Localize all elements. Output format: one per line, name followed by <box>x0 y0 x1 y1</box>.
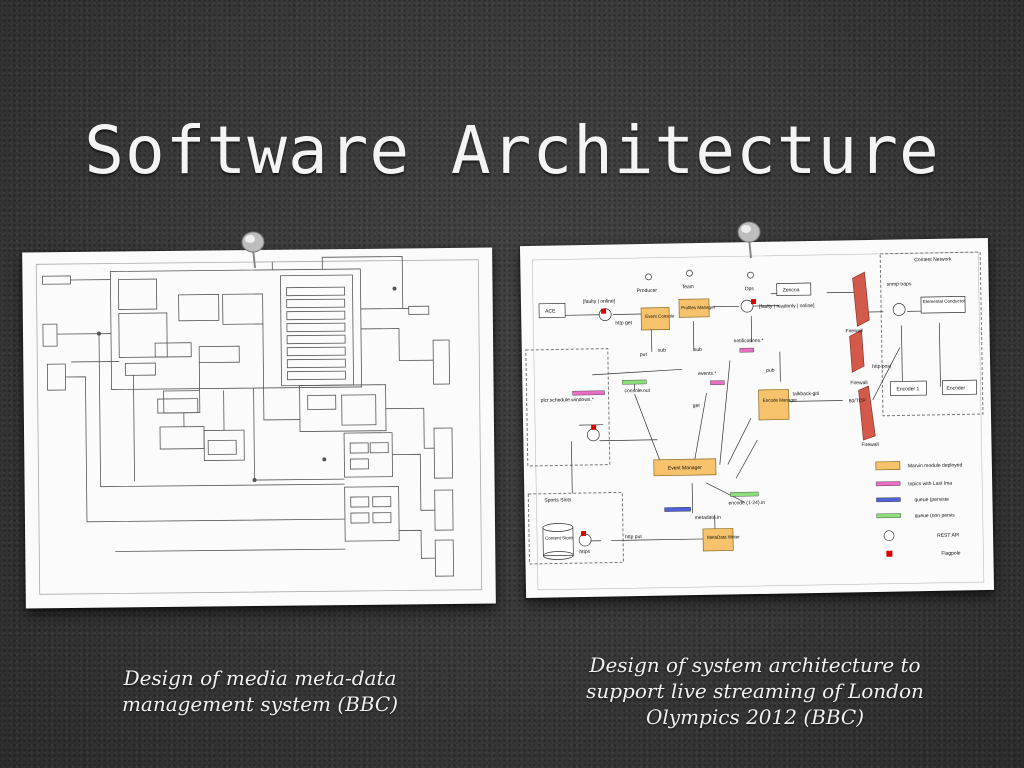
console-out-label: console.out <box>624 388 650 394</box>
profiles-manager-label: Profiles Manager <box>681 305 716 311</box>
metadata-writer-label: MetaData Writer <box>707 534 740 540</box>
put-label-1: put <box>640 352 648 358</box>
plcr-schedule-label: plcr.schedule.windows.* <box>541 397 594 404</box>
snmp-traps-label: snmp traps <box>887 281 912 287</box>
tcp-label: 80/TCP <box>849 398 867 404</box>
legend-marvin: Marvin module deployed <box>908 462 963 469</box>
caption-media-metadata: Design of media meta-data management sys… <box>121 666 399 716</box>
legend-rest: REST API <box>937 532 960 538</box>
http-put-label: http put <box>625 534 642 540</box>
pub-label-1: pub <box>766 368 775 374</box>
encode-manager-label: Encode Manager <box>763 397 798 403</box>
slide-title: Software Architecture <box>84 112 940 189</box>
media-metadata-diagram <box>35 256 483 595</box>
notifications-label: notifications.* <box>734 338 764 345</box>
zencoa-label: Zencoa <box>783 287 800 293</box>
elemental-conductor-label: Elemental Conductor <box>923 298 966 304</box>
content-store-label: Content Store <box>545 535 573 540</box>
media-metadata-diagram-photo <box>22 247 496 609</box>
caption-olympics-streaming: Design of system architecture to support… <box>586 653 924 729</box>
event-manager-label: Event Manager <box>668 465 702 472</box>
firewall-label-3: Firewall <box>861 442 878 448</box>
encoder-label: Encoder <box>946 385 965 391</box>
ace-label: ACE <box>545 308 556 314</box>
legend-flag: Flagpole <box>941 550 961 556</box>
events-label: events.* <box>698 371 716 377</box>
actor-team: Team <box>682 284 694 290</box>
faulty-readonly-label: [faulty | readonly | online] <box>759 303 815 310</box>
content-network-label: Content Network <box>914 257 952 264</box>
talkback-label: talkback-giti <box>793 391 820 397</box>
https-label: https <box>579 549 590 555</box>
encoder-1-label: Encoder 1 <box>896 386 919 392</box>
encode-in-label: encode.(1-24).in <box>728 500 765 507</box>
pushpin-icon <box>241 231 265 269</box>
sports-slots-label: Sports Slots <box>544 497 572 503</box>
http-get-label: http get <box>615 320 632 326</box>
legend-topics: topics with Last Ima <box>908 481 952 488</box>
get-label-1: get <box>693 403 701 409</box>
metadata-in-label: metadata.in <box>695 515 721 521</box>
actor-ops: Ops <box>745 286 755 292</box>
faulty-online-label: [faulty | online] <box>583 298 616 305</box>
actor-producer: Producer <box>637 288 658 294</box>
sub-label-1: sub <box>658 348 666 354</box>
legend-queue-persist: queue (persiste <box>914 497 949 504</box>
sub-label-2: sub <box>694 347 702 353</box>
olympics-streaming-diagram: Producer Team Ops ACE [faulty | online] … <box>525 251 985 591</box>
pushpin-icon <box>737 221 761 259</box>
firewall-label-1: Firewall <box>845 328 862 334</box>
olympics-streaming-diagram-photo: Producer Team Ops ACE [faulty | online] … <box>519 237 995 599</box>
firewall-label-2: Firewall <box>850 380 867 386</box>
legend-queue-non: queue (non persis <box>915 513 956 520</box>
event-console-label: Event Console <box>645 313 675 319</box>
http-post-label: http post <box>872 364 892 370</box>
